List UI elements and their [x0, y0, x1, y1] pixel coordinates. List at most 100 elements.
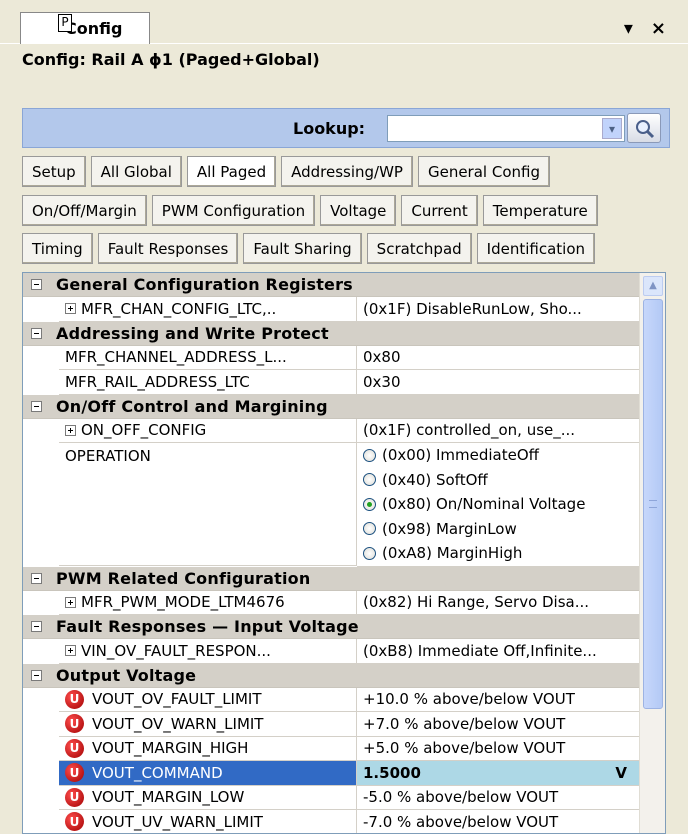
property-row[interactable]: MFR_PWM_MODE_LTM4676 (0x82) Hi Range, Se…: [23, 590, 639, 615]
pin-dropdown-icon[interactable]: ▾: [624, 18, 633, 39]
property-value[interactable]: 0x30: [357, 370, 639, 395]
current-button[interactable]: Current: [401, 195, 478, 226]
radio-option[interactable]: (0x80) On/Nominal Voltage: [363, 492, 639, 517]
fault-sharing-button[interactable]: Fault Sharing: [243, 233, 362, 264]
property-name: OPERATION: [59, 443, 357, 566]
property-value[interactable]: -5.0 % above/below VOUT: [357, 786, 639, 810]
u-icon: U: [65, 689, 84, 709]
expand-icon[interactable]: [65, 303, 76, 315]
property-row-selected[interactable]: U VOUT_COMMAND 1.5000 V: [23, 761, 639, 786]
operation-options: (0x00) ImmediateOff (0x40) SoftOff (0x80…: [357, 443, 639, 567]
vout-command-value[interactable]: 1.5000: [363, 764, 421, 782]
search-button[interactable]: [627, 113, 661, 143]
property-name: MFR_PWM_MODE_LTM4676: [81, 593, 285, 612]
collapse-icon[interactable]: [31, 400, 42, 412]
u-icon: U: [65, 812, 84, 832]
operation-row: OPERATION (0x00) ImmediateOff (0x40) Sof…: [23, 443, 639, 567]
panel-tabstrip: Config P ▾ ×: [0, 0, 688, 44]
property-value[interactable]: +5.0 % above/below VOUT: [357, 737, 639, 761]
property-value[interactable]: (0x82) Hi Range, Servo Disa...: [357, 591, 639, 615]
search-icon: [636, 120, 655, 139]
radio-button-icon[interactable]: [363, 448, 376, 462]
identification-button[interactable]: Identification: [476, 233, 596, 264]
property-grid: General Configuration Registers MFR_CHAN…: [22, 272, 666, 834]
radio-option[interactable]: (0xA8) MarginHigh: [363, 541, 639, 566]
page-title: Config: Rail A ɸ1 (Paged+Global): [22, 50, 320, 69]
property-value[interactable]: (0xB8) Immediate Off,Infinite...: [357, 639, 639, 664]
property-rows: General Configuration Registers MFR_CHAN…: [23, 273, 639, 833]
expand-icon[interactable]: [65, 645, 76, 657]
close-icon[interactable]: ×: [651, 18, 666, 39]
expand-icon[interactable]: [65, 596, 76, 608]
setup-button[interactable]: Setup: [22, 156, 86, 187]
on-off-margin-button[interactable]: On/Off/Margin: [22, 195, 147, 226]
property-value[interactable]: +10.0 % above/below VOUT: [357, 688, 639, 712]
scrollbar-thumb[interactable]: [643, 299, 663, 709]
property-row[interactable]: U VOUT_MARGIN_LOW -5.0 % above/below VOUT: [23, 785, 639, 810]
radio-option[interactable]: (0x98) MarginLow: [363, 517, 639, 542]
all-global-button[interactable]: All Global: [90, 156, 182, 187]
property-row[interactable]: U VOUT_MARGIN_HIGH +5.0 % above/below VOU…: [23, 736, 639, 761]
category-label: Addressing and Write Protect: [56, 323, 329, 343]
category-addressing[interactable]: Addressing and Write Protect: [23, 321, 639, 346]
property-value[interactable]: (0x1F) DisableRunLow, Sho...: [357, 297, 639, 322]
property-value[interactable]: +7.0 % above/below VOUT: [357, 712, 639, 737]
property-row[interactable]: U VOUT_OV_FAULT_LIMIT +10.0 % above/below…: [23, 687, 639, 712]
tab-config[interactable]: Config: [20, 12, 150, 44]
property-name: VOUT_MARGIN_LOW: [92, 788, 245, 807]
property-row[interactable]: MFR_RAIL_ADDRESS_LTC 0x30: [23, 370, 639, 395]
property-value[interactable]: (0x1F) controlled_on, use_...: [357, 419, 639, 443]
temperature-button[interactable]: Temperature: [482, 195, 598, 226]
collapse-icon[interactable]: [31, 669, 42, 681]
radio-button-icon[interactable]: [363, 473, 376, 487]
addressing-wp-button[interactable]: Addressing/WP: [281, 156, 413, 187]
property-row[interactable]: VIN_OV_FAULT_RESPON... (0xB8) Immediate …: [23, 639, 639, 664]
tab-p-icon: P: [58, 14, 72, 32]
collapse-icon[interactable]: [31, 327, 42, 339]
all-paged-button[interactable]: All Paged: [186, 156, 277, 187]
property-name: VOUT_UV_WARN_LIMIT: [92, 812, 263, 831]
unit-label: V: [615, 763, 627, 782]
pwm-configuration-button[interactable]: PWM Configuration: [151, 195, 316, 226]
category-pwm[interactable]: PWM Related Configuration: [23, 566, 639, 591]
category-output-voltage[interactable]: Output Voltage: [23, 663, 639, 688]
tab-config-label: Config: [65, 19, 123, 38]
category-label: Output Voltage: [56, 665, 197, 685]
category-label: PWM Related Configuration: [56, 568, 311, 588]
general-config-button[interactable]: General Config: [417, 156, 550, 187]
scratchpad-button[interactable]: Scratchpad: [366, 233, 472, 264]
expand-icon[interactable]: [65, 424, 76, 436]
radio-button-selected-icon[interactable]: [363, 497, 376, 511]
property-value[interactable]: 0x80: [357, 346, 639, 370]
radio-button-icon[interactable]: [363, 546, 376, 560]
radio-button-icon[interactable]: [363, 522, 376, 536]
property-value-editor[interactable]: 1.5000 V: [357, 761, 639, 786]
fault-responses-button[interactable]: Fault Responses: [97, 233, 239, 264]
collapse-icon[interactable]: [31, 621, 42, 632]
property-row[interactable]: MFR_CHAN_CONFIG_LTC,.. (0x1F) DisableRun…: [23, 297, 639, 322]
category-label: Fault Responses — Input Voltage: [56, 617, 359, 636]
button-row-3: Timing Fault Responses Fault Sharing Scr…: [22, 233, 596, 264]
radio-option[interactable]: (0x40) SoftOff: [363, 468, 639, 493]
radio-option[interactable]: (0x00) ImmediateOff: [363, 443, 639, 468]
property-name: MFR_RAIL_ADDRESS_LTC: [59, 370, 357, 395]
panel-controls: ▾ ×: [624, 18, 666, 39]
u-icon: U: [65, 787, 84, 807]
category-label: On/Off Control and Margining: [56, 396, 328, 416]
property-value[interactable]: -7.0 % above/below VOUT: [357, 810, 639, 833]
category-on-off[interactable]: On/Off Control and Margining: [23, 394, 639, 419]
scroll-up-icon[interactable]: ▲: [643, 276, 663, 296]
property-row[interactable]: U VOUT_UV_WARN_LIMIT -7.0 % above/below V…: [23, 810, 639, 833]
timing-button[interactable]: Timing: [22, 233, 93, 264]
voltage-button[interactable]: Voltage: [320, 195, 397, 226]
property-row[interactable]: ON_OFF_CONFIG (0x1F) controlled_on, use_…: [23, 418, 639, 443]
lookup-input[interactable]: ▾: [387, 115, 625, 142]
category-fault-input[interactable]: Fault Responses — Input Voltage: [23, 615, 639, 639]
vertical-scrollbar[interactable]: ▲: [639, 273, 665, 833]
property-row[interactable]: U VOUT_OV_WARN_LIMIT +7.0 % above/below V…: [23, 712, 639, 737]
chevron-down-icon[interactable]: ▾: [602, 118, 622, 139]
collapse-icon[interactable]: [31, 572, 42, 584]
property-row[interactable]: MFR_CHANNEL_ADDRESS_L... 0x80: [23, 345, 639, 370]
collapse-icon[interactable]: [31, 279, 42, 290]
category-general-config[interactable]: General Configuration Registers: [23, 273, 639, 297]
